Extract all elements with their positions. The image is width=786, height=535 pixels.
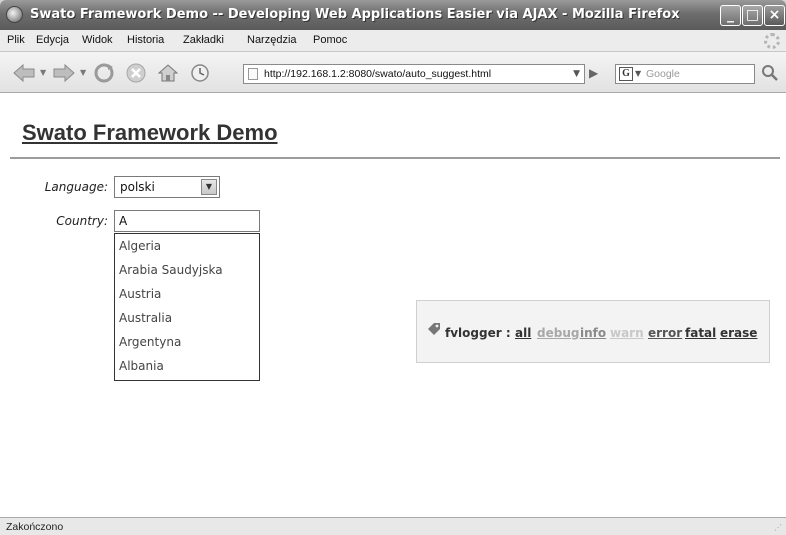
page-title: Swato Framework Demo xyxy=(22,120,278,145)
go-icon[interactable]: ▶ xyxy=(589,66,605,82)
fvlogger-warn-link[interactable]: warn xyxy=(610,326,644,340)
forward-dropdown-icon[interactable]: ▼ xyxy=(80,68,86,77)
fvlogger-erase-link[interactable]: erase xyxy=(720,326,757,340)
chevron-down-icon[interactable]: ▼ xyxy=(201,179,217,195)
resize-grip-icon[interactable]: ⋰ xyxy=(774,523,784,533)
maximize-button[interactable]: □ xyxy=(742,5,763,26)
fvlogger-debug-link[interactable]: debug xyxy=(537,326,579,340)
menu-zakladki[interactable]: Zakładki xyxy=(183,34,224,46)
search-engine-dropdown-icon[interactable]: ▼ xyxy=(635,69,641,78)
menu-plik[interactable]: Plik xyxy=(7,34,25,46)
language-label: Language: xyxy=(44,180,108,194)
url-dropdown-icon[interactable]: ▼ xyxy=(573,69,580,79)
back-dropdown-icon[interactable]: ▼ xyxy=(40,68,46,77)
fvlogger-all-link[interactable]: all xyxy=(515,326,531,340)
fvlogger-error-link[interactable]: error xyxy=(648,326,682,340)
search-placeholder[interactable]: Google xyxy=(646,68,680,80)
back-icon[interactable] xyxy=(12,61,36,85)
minimize-button[interactable]: _ xyxy=(720,5,741,26)
page-icon xyxy=(248,68,258,80)
close-button[interactable]: × xyxy=(764,5,785,26)
menu-widok[interactable]: Widok xyxy=(82,34,113,46)
country-input[interactable] xyxy=(114,210,260,232)
suggestion-item[interactable]: Arabia Saudyjska xyxy=(119,263,223,277)
suggestion-list: Algeria Arabia Saudyjska Austria Austral… xyxy=(114,233,260,381)
address-bar[interactable]: http://192.168.1.2:8080/swato/auto_sugge… xyxy=(243,64,585,84)
url-text[interactable]: http://192.168.1.2:8080/swato/auto_sugge… xyxy=(264,68,491,80)
throbber-icon xyxy=(764,33,780,49)
home-icon[interactable] xyxy=(156,61,180,85)
title-bar: Swato Framework Demo -- Developing Web A… xyxy=(0,0,786,30)
forward-icon[interactable] xyxy=(52,61,76,85)
navigation-toolbar: ▼ ▼ http://192.168.1.2:8080/swato/auto_s… xyxy=(0,52,786,93)
status-text: Zakończono xyxy=(6,521,64,533)
reload-icon[interactable] xyxy=(92,61,116,85)
suggestion-item[interactable]: Austria xyxy=(119,287,161,301)
window-title: Swato Framework Demo -- Developing Web A… xyxy=(30,7,680,22)
stop-icon[interactable] xyxy=(124,61,148,85)
suggestion-item[interactable]: Algeria xyxy=(119,239,161,253)
title-divider xyxy=(10,157,780,159)
menu-pomoc[interactable]: Pomoc xyxy=(313,34,347,46)
country-label: Country: xyxy=(56,214,108,228)
fvlogger-panel: fvlogger : all debug info warn error fat… xyxy=(416,300,770,363)
tag-icon xyxy=(427,322,441,339)
menu-edycja[interactable]: Edycja xyxy=(36,34,69,46)
page-content: Swato Framework Demo Language: polski ▼ … xyxy=(0,93,786,517)
menu-bar: Plik Edycja Widok Historia Zakładki Narz… xyxy=(0,30,786,52)
status-bar: Zakończono ⋰ xyxy=(0,517,786,535)
menu-narzedzia[interactable]: Narzędzia xyxy=(247,34,297,46)
search-engine-icon[interactable]: G xyxy=(619,67,633,81)
history-icon[interactable] xyxy=(188,61,212,85)
language-value: polski xyxy=(120,180,155,194)
language-select[interactable]: polski ▼ xyxy=(114,176,220,198)
suggestion-item[interactable]: Argentyna xyxy=(119,335,181,349)
search-box[interactable]: G ▼ Google xyxy=(615,64,755,84)
menu-historia[interactable]: Historia xyxy=(127,34,164,46)
firefox-icon xyxy=(6,6,23,23)
fvlogger-label: fvlogger : xyxy=(445,326,511,340)
search-icon[interactable] xyxy=(760,64,780,84)
fvlogger-fatal-link[interactable]: fatal xyxy=(685,326,716,340)
suggestion-item[interactable]: Albania xyxy=(119,359,164,373)
fvlogger-info-link[interactable]: info xyxy=(580,326,606,340)
suggestion-item[interactable]: Australia xyxy=(119,311,172,325)
